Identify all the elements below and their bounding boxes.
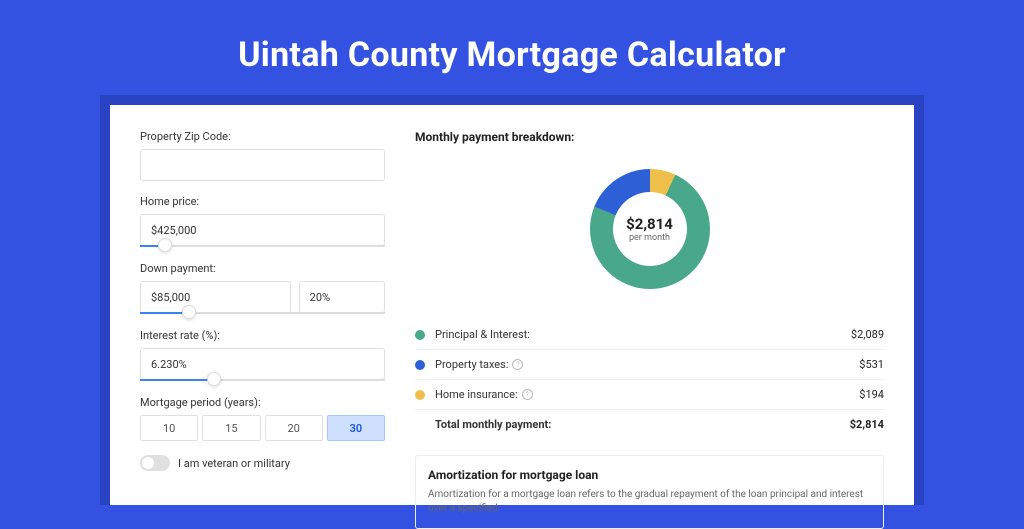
legend-principal: Principal & Interest: $2,089 [415, 320, 884, 350]
dot-taxes [415, 360, 425, 370]
donut-sub: per month [629, 233, 670, 243]
legend-total: Total monthly payment: $2,814 [415, 410, 884, 439]
info-icon[interactable]: ? [522, 389, 533, 400]
value-insurance: $194 [859, 388, 884, 401]
label-total: Total monthly payment: [435, 418, 850, 431]
donut-chart-area: $2,814 per month [415, 154, 884, 304]
value-taxes: $531 [859, 358, 884, 371]
dot-principal [415, 330, 425, 340]
breakdown-title: Monthly payment breakdown: [415, 130, 884, 144]
card-container: Property Zip Code: Home price: Down paym… [100, 95, 924, 505]
interest-rate-input[interactable] [140, 348, 385, 380]
legend-taxes: Property taxes: ? $531 [415, 350, 884, 380]
dot-insurance [415, 390, 425, 400]
legend-insurance: Home insurance: ? $194 [415, 380, 884, 410]
value-principal: $2,089 [851, 328, 884, 341]
interest-rate-label: Interest rate (%): [140, 329, 385, 342]
amortization-box: Amortization for mortgage loan Amortizat… [415, 455, 884, 529]
interest-rate-field: Interest rate (%): [140, 329, 385, 382]
down-payment-label: Down payment: [140, 262, 385, 275]
home-price-field: Home price: [140, 195, 385, 248]
inputs-panel: Property Zip Code: Home price: Down paym… [140, 130, 385, 505]
value-total: $2,814 [850, 418, 884, 431]
period-buttons: 10 15 20 30 [140, 415, 385, 441]
page-title: Uintah County Mortgage Calculator [0, 0, 1024, 95]
period-btn-15[interactable]: 15 [202, 415, 260, 441]
label-taxes: Property taxes: ? [435, 358, 859, 371]
home-price-slider[interactable] [140, 244, 385, 248]
home-price-label: Home price: [140, 195, 385, 208]
info-icon[interactable]: ? [512, 359, 523, 370]
calculator-card: Property Zip Code: Home price: Down paym… [110, 105, 914, 505]
mortgage-period-label: Mortgage period (years): [140, 396, 385, 409]
zip-field: Property Zip Code: [140, 130, 385, 181]
period-btn-10[interactable]: 10 [140, 415, 198, 441]
donut-chart: $2,814 per month [590, 169, 710, 289]
zip-input[interactable] [140, 149, 385, 181]
donut-center: $2,814 per month [613, 192, 687, 266]
zip-label: Property Zip Code: [140, 130, 385, 143]
label-insurance: Home insurance: ? [435, 388, 859, 401]
down-payment-percent-input[interactable] [299, 281, 385, 313]
veteran-label: I am veteran or military [178, 457, 290, 470]
veteran-toggle[interactable] [140, 455, 170, 471]
veteran-toggle-row: I am veteran or military [140, 455, 385, 471]
label-principal: Principal & Interest: [435, 328, 851, 341]
down-payment-input[interactable] [140, 281, 291, 313]
donut-amount: $2,814 [626, 215, 673, 233]
period-btn-30[interactable]: 30 [327, 415, 385, 441]
home-price-input[interactable] [140, 214, 385, 246]
down-payment-field: Down payment: [140, 262, 385, 315]
down-payment-slider[interactable] [140, 311, 385, 315]
interest-rate-slider[interactable] [140, 378, 385, 382]
amortization-title: Amortization for mortgage loan [428, 468, 871, 482]
breakdown-panel: Monthly payment breakdown: $2,814 per mo… [415, 130, 884, 505]
period-btn-20[interactable]: 20 [265, 415, 323, 441]
mortgage-period-field: Mortgage period (years): 10 15 20 30 [140, 396, 385, 441]
